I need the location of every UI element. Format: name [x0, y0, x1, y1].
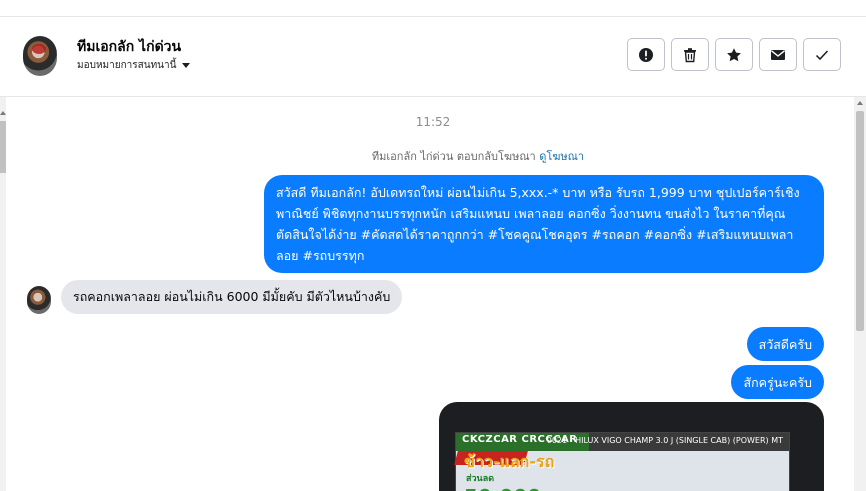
image-attachment[interactable]: CKCZCAR CRCCCAR 0021 - HILUX VIGO CHAMP … — [439, 402, 824, 491]
alert-icon — [639, 47, 653, 62]
trash-icon — [684, 47, 696, 62]
mark-unread-button[interactable] — [759, 38, 797, 71]
assign-conversation-dropdown[interactable]: มอบหมายการสนทนานี้ — [77, 58, 191, 73]
outgoing-message: สวัสดี ทีมเอกลัก! อัปเดทรถใหม่ ผ่อนไม่เก… — [264, 175, 824, 273]
check-icon — [815, 49, 829, 60]
message-timestamp: 11:52 — [415, 115, 451, 129]
promo-model-text: 0021 - HILUX VIGO CHAMP 3.0 J (SINGLE CA… — [546, 436, 783, 445]
star-button[interactable] — [715, 38, 753, 71]
message-thread: 11:52 ทีมเอกลัก ไก่ด่วน ตอบกลับโฆษณา ดูโ… — [0, 97, 866, 491]
left-scrollbar[interactable] — [0, 97, 6, 491]
promo-amount: 50,000บาท — [464, 481, 578, 491]
header-actions — [627, 38, 841, 71]
mark-spam-button[interactable] — [627, 38, 665, 71]
view-ad-link[interactable]: ดูโฆษณา — [539, 150, 584, 163]
assign-label: มอบหมายการสนทนานี้ — [77, 60, 177, 71]
mark-done-button[interactable] — [803, 38, 841, 71]
ad-reply-note: ทีมเอกลัก ไก่ด่วน ตอบกลับโฆษณา ดูโฆษณา — [45, 147, 866, 165]
top-strip — [0, 0, 866, 17]
conversation-header: ทีมเอกลัก ไก่ด่วน มอบหมายการสนทนานี้ — [0, 17, 866, 97]
right-scrollbar[interactable] — [854, 97, 866, 491]
contact-name[interactable]: ทีมเอกลัก ไก่ด่วน — [77, 36, 181, 58]
outgoing-message: สักครู่นะครับ — [731, 365, 824, 399]
mail-icon — [771, 49, 785, 60]
scroll-thumb[interactable] — [856, 111, 864, 331]
promo-image[interactable]: CKCZCAR CRCCCAR 0021 - HILUX VIGO CHAMP … — [454, 432, 790, 491]
contact-avatar-small — [27, 286, 51, 314]
promo-band: CKCZCAR CRCCCAR 0021 - HILUX VIGO CHAMP … — [456, 433, 789, 451]
caret-down-icon — [182, 63, 191, 68]
star-icon — [727, 47, 741, 61]
incoming-message: รถคอกเพลาลอย ผ่อนไม่เกิน 6000 มีมั้ยคับ … — [61, 280, 403, 314]
outgoing-message: สวัสดีครับ — [746, 327, 824, 361]
contact-avatar[interactable] — [23, 36, 57, 76]
delete-button[interactable] — [671, 38, 709, 71]
scroll-up-icon[interactable] — [857, 101, 863, 105]
ad-reply-text: ทีมเอกลัก ไก่ด่วน ตอบกลับโฆษณา — [371, 150, 536, 163]
